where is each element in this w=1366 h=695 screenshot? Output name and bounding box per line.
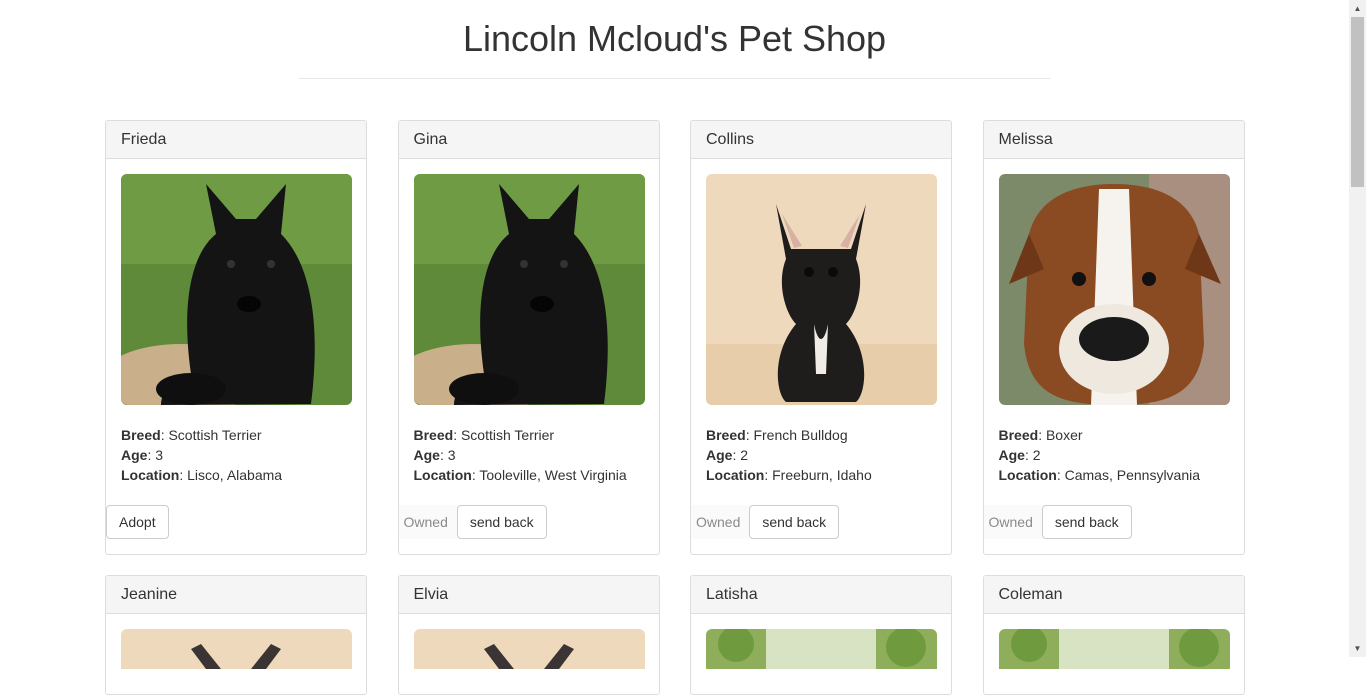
pet-breed: French Bulldog	[753, 427, 848, 443]
pet-location: Lisco, Alabama	[187, 467, 283, 483]
pet-card: Collins Breed: French Bulldog Age: 2 Loc…	[690, 120, 952, 555]
french-bulldog-photo	[413, 629, 645, 669]
pet-card: Gina Breed: Scottish Terrier Age: 3 Loca…	[397, 120, 660, 555]
vertical-scrollbar[interactable]: ▲ ▼	[1349, 0, 1366, 657]
pet-breed: Scottish Terrier	[168, 427, 262, 443]
french-bulldog-photo	[706, 174, 937, 405]
french-bulldog-photo	[121, 629, 352, 669]
pet-grid-row-2: Jeanine Elvia Latisha Coleman	[105, 575, 1245, 695]
page-title: Lincoln Mcloud's Pet Shop	[462, 18, 887, 59]
pet-grid: Frieda Breed: Scottish Terrier Age: 3 Lo…	[105, 120, 1245, 555]
owned-label: Owned	[398, 505, 457, 539]
pet-card: Latisha	[690, 575, 952, 695]
send-back-button[interactable]: send back	[749, 505, 840, 539]
send-back-button[interactable]: send back	[456, 505, 547, 539]
pet-card: Coleman	[982, 575, 1245, 695]
scroll-up-icon[interactable]: ▲	[1349, 0, 1366, 17]
send-back-button[interactable]: send back	[1041, 505, 1132, 539]
pet-card: Jeanine	[105, 575, 367, 695]
pet-name: Melissa	[983, 121, 1244, 159]
pet-age: 3	[447, 447, 456, 463]
pet-name: Frieda	[106, 121, 366, 159]
pet-details: Breed: Scottish Terrier Age: 3 Location:…	[413, 427, 627, 483]
pet-name: Latisha	[691, 576, 951, 614]
boxer-photo	[998, 174, 1230, 405]
pet-breed: Boxer	[1045, 427, 1083, 443]
pet-age: 2	[740, 447, 749, 463]
pet-name: Collins	[691, 121, 951, 159]
pet-location: Freeburn, Idaho	[772, 467, 872, 483]
owned-label: Owned	[691, 505, 750, 539]
title-divider	[299, 78, 1050, 79]
pet-name: Gina	[398, 121, 659, 159]
pet-age: 2	[1032, 447, 1041, 463]
scroll-down-icon[interactable]: ▼	[1349, 640, 1366, 657]
pet-location: Camas, Pennsylvania	[1064, 467, 1201, 483]
scottish-terrier-photo	[413, 174, 645, 405]
pet-details: Breed: Scottish Terrier Age: 3 Location:…	[121, 427, 283, 483]
scottish-terrier-photo	[121, 174, 352, 405]
pet-details: Breed: Boxer Age: 2 Location: Camas, Pen…	[998, 427, 1201, 483]
pet-card: Melissa Breed: Boxer Age: 2 Location: Ca…	[982, 120, 1245, 555]
outdoor-dog-photo	[706, 629, 937, 669]
pet-details: Breed: French Bulldog Age: 2 Location: F…	[706, 427, 872, 483]
pet-name: Jeanine	[106, 576, 366, 614]
owned-label: Owned	[983, 505, 1042, 539]
outdoor-dog-photo	[998, 629, 1230, 669]
pet-location: Tooleville, West Virginia	[479, 467, 627, 483]
adopt-button[interactable]: Adopt	[106, 505, 169, 539]
pet-age: 3	[155, 447, 164, 463]
pet-name: Elvia	[398, 576, 659, 614]
pet-card: Frieda Breed: Scottish Terrier Age: 3 Lo…	[105, 120, 367, 555]
pet-breed: Scottish Terrier	[460, 427, 555, 443]
pet-name: Coleman	[983, 576, 1244, 614]
pet-card: Elvia	[397, 575, 660, 695]
scrollbar-thumb[interactable]	[1351, 17, 1364, 187]
